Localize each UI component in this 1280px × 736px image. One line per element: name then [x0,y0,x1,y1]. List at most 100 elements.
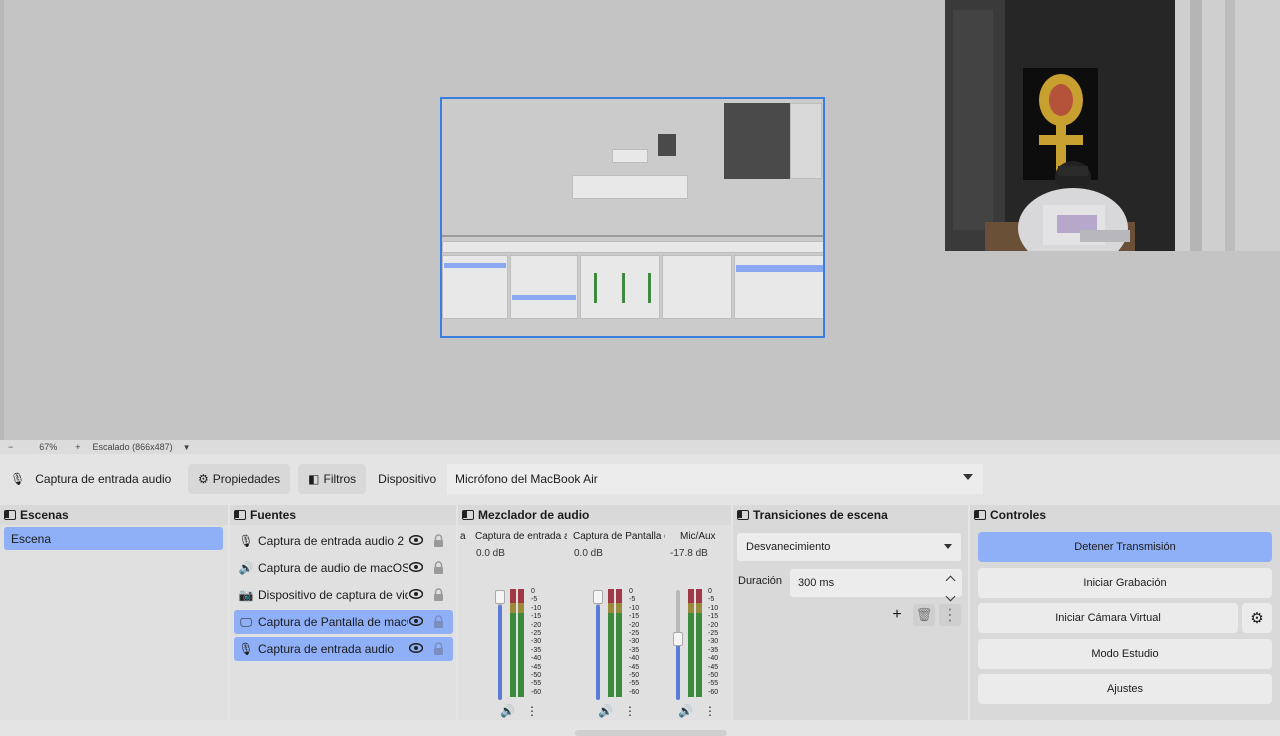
eye-icon[interactable] [409,562,423,572]
source-item[interactable]: 🔊 Captura de audio de macOS [234,556,453,580]
kebab-menu-icon[interactable]: ⋮ [624,704,636,718]
scene-item[interactable]: Escena [4,527,223,550]
lock-icon[interactable] [433,615,444,628]
sources-title: Fuentes [230,505,456,525]
start-recording-button[interactable]: Iniciar Grabación [978,568,1272,598]
nested-mini-panel [572,175,688,199]
meter-tick-label: -50 [531,672,542,680]
filters-button[interactable]: ◧ Filtros [298,464,367,494]
level-meter [616,589,622,697]
scenes-title: Escenas [0,505,228,525]
kebab-menu-icon[interactable]: ⋮ [704,704,716,718]
level-meter [688,589,694,697]
device-label: Dispositivo [378,472,437,486]
meter-ticks: 0 -5 -10 -15 -20 -25 -30 -35 -40 -45 -50 -55 -60 [531,588,541,697]
kebab-menu-icon[interactable]: ⋮ [526,704,538,718]
webcam-image [945,0,1280,251]
lock-icon[interactable] [433,642,444,655]
start-virtual-camera-button[interactable]: Iniciar Cámara Virtual [978,603,1238,633]
volume-slider[interactable] [673,590,683,700]
selected-source-screen-capture[interactable] [440,97,825,338]
nested-stream-btn [736,265,823,272]
transition-select[interactable]: Desvanecimiento [737,533,961,561]
meter-tick-label: -50 [708,672,719,680]
zoom-out-button[interactable]: − [8,442,13,452]
meter-tick-label: -45 [708,663,719,671]
meter-tick-label: -50 [629,672,640,680]
meter-tick-label: -30 [708,638,719,646]
channel-db: 0.0 dB [476,548,505,559]
meter-ticks: 0 -5 -10 -15 -20 -25 -30 -35 -40 -45 -50 -55 -60 [708,588,718,697]
speaker-icon[interactable]: 🔊 [598,704,613,718]
chevron-down-icon[interactable] [945,591,956,602]
nested-meter-1 [594,273,597,303]
remove-transition-button[interactable]: 🗑 [913,604,935,626]
source-label: Dispositivo de captura de vid [258,588,408,602]
preview-canvas[interactable] [0,0,1280,440]
meter-tick-label: -60 [629,688,640,696]
meter-tick-label: -25 [629,630,640,638]
channel-name: Mic/Aux [680,531,716,542]
meter-tick-label: -60 [708,688,719,696]
device-select[interactable]: Micrófono del MacBook Air [447,464,983,494]
volume-slider[interactable] [495,590,505,700]
scaling-dropdown-icon[interactable]: ▼ [183,443,191,452]
meter-tick-label: -40 [629,655,640,663]
level-meter [518,589,524,697]
transition-menu-button[interactable]: ⋮ [939,604,961,626]
speaker-icon[interactable]: 🔊 [500,704,515,718]
source-label: Captura de entrada audio 2 [258,534,405,548]
nested-mini-ui [612,149,648,163]
duration-label: Duración [738,575,783,587]
level-meter [696,589,702,697]
lock-icon[interactable] [433,534,444,547]
speaker-icon[interactable]: 🔊 [678,704,693,718]
nested-source-sel [512,295,576,300]
eye-icon[interactable] [409,589,423,599]
chevron-down-icon [963,474,973,480]
eye-icon[interactable] [409,616,423,626]
settings-button[interactable]: Ajustes [978,674,1272,704]
virtual-camera-settings-button[interactable]: ⚙ [1242,603,1272,633]
source-item[interactable]: 📷 Dispositivo de captura de vid [234,583,453,607]
nested-divider [442,235,823,237]
meter-tick-label: -45 [531,663,542,671]
preview-zoom-bar: − 67% + Escalado (866x487) ▼ [0,440,1280,454]
properties-label: Propiedades [212,472,281,486]
duration-input[interactable]: 300 ms [790,569,962,602]
studio-mode-button[interactable]: Modo Estudio [978,639,1272,669]
properties-button[interactable]: ⚙ Propiedades [188,464,291,494]
eye-icon[interactable] [409,643,423,653]
add-transition-button[interactable]: + [886,604,908,626]
source-item-selected[interactable]: 🖵 Captura de Pantalla de macO [234,610,453,634]
source-item[interactable]: 🎙 Captura de entrada audio 2 [234,529,453,553]
meter-tick-label: -5 [629,596,636,604]
chevron-up-icon[interactable] [945,575,956,586]
meter-tick-label: -10 [708,604,719,612]
lock-icon[interactable] [433,561,444,574]
source-label: Captura de entrada audio [258,642,395,656]
webcam-source[interactable] [945,0,1280,251]
volume-handle[interactable] [593,590,603,604]
zoom-in-button[interactable]: + [75,442,80,452]
volume-handle[interactable] [673,632,683,646]
scenes-dock: Escenas Escena [0,505,228,720]
mixer-scrollbar[interactable] [575,730,727,736]
stop-streaming-button[interactable]: Detener Transmisión [978,532,1272,562]
source-item-selected[interactable]: 🎙 Captura de entrada audio [234,637,453,661]
nested-transitions [662,255,732,319]
meter-tick-label: -30 [629,638,640,646]
microphone-icon: 🎙 [238,642,254,656]
mixer-cut-channel-label: a [460,531,466,542]
volume-handle[interactable] [495,590,505,604]
volume-slider[interactable] [593,590,603,700]
meter-tick-label: -35 [531,646,542,654]
meter-tick-label: -25 [531,630,542,638]
meter-tick-label: -55 [629,680,640,688]
meter-tick-label: -35 [708,646,719,654]
eye-icon[interactable] [409,535,423,545]
source-label: Captura de Pantalla de macO [258,615,408,629]
lock-icon[interactable] [433,588,444,601]
channel-name: Captura de Pantalla d [573,531,665,542]
dock-icon [4,510,16,520]
